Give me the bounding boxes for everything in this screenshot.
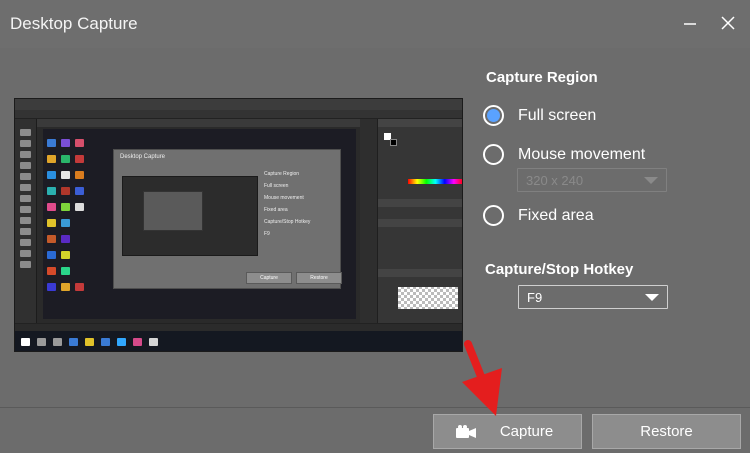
mini-hotkey-label: Capture/Stop Hotkey (264, 219, 311, 225)
video-camera-icon (456, 425, 476, 438)
mini-option-full-screen: Full screen (264, 183, 289, 189)
capture-region-label: Capture Region (486, 69, 598, 86)
mouse-area-size-value: 320 x 240 (526, 172, 584, 188)
preview-toolbar (15, 119, 37, 324)
hotkey-select[interactable]: F9 (518, 285, 668, 309)
mini-capture-region-label: Capture Region (264, 171, 300, 177)
preview-taskbar (15, 331, 462, 351)
restore-button-label: Restore (640, 423, 693, 440)
fixed-area-label: Fixed area (518, 206, 594, 224)
radio-fixed-area[interactable]: Fixed area (483, 205, 594, 226)
full-screen-label: Full screen (518, 106, 597, 124)
capture-button[interactable]: Capture (433, 414, 582, 449)
preview-mini-dialog: Desktop Capture Capture Region Full scre… (113, 149, 342, 289)
preview-doc-tabs (37, 119, 377, 127)
mini-dialog-preview (122, 176, 258, 256)
preview-desktop-icons (45, 133, 105, 313)
bottom-divider (0, 407, 750, 408)
preview-status-bar (15, 323, 462, 331)
title-bar: Desktop Capture (0, 0, 750, 48)
preview-panels (377, 119, 462, 331)
window-title: Desktop Capture (10, 14, 138, 33)
capture-button-label: Capture (499, 423, 554, 440)
mini-dialog-title: Desktop Capture (120, 154, 166, 160)
minimize-icon (684, 23, 696, 25)
mini-option-mouse-movement: Mouse movement (264, 195, 304, 201)
restore-button[interactable]: Restore (592, 414, 741, 449)
chevron-down-icon (644, 177, 658, 184)
radio-button-checked[interactable] (483, 105, 504, 126)
mini-nested-preview (143, 191, 203, 231)
radio-button[interactable] (483, 205, 504, 226)
radio-full-screen[interactable]: Full screen (483, 105, 596, 126)
radio-button[interactable] (483, 144, 504, 165)
close-icon (721, 16, 735, 30)
hotkey-label: Capture/Stop Hotkey (485, 261, 634, 278)
preview-options-bar (15, 110, 462, 119)
minimize-button[interactable] (676, 10, 704, 36)
mini-dialog-options: Capture Region Full screen Mouse movemen… (264, 168, 310, 240)
radio-mouse-movement[interactable]: Mouse movement (483, 144, 645, 165)
capture-preview: Desktop Capture Capture Region Full scre… (14, 98, 463, 352)
preview-menubar (15, 99, 462, 110)
mouse-movement-label: Mouse movement (518, 145, 646, 163)
chevron-down-icon (645, 294, 659, 301)
close-button[interactable] (714, 10, 742, 36)
preview-panel-icons (360, 119, 377, 331)
hotkey-value: F9 (527, 289, 543, 305)
mini-option-fixed-area: Fixed area (264, 207, 288, 213)
radio-selected-dot (487, 109, 500, 122)
mini-hotkey-value: F9 (264, 231, 270, 237)
mouse-area-size-select[interactable]: 320 x 240 (517, 168, 667, 192)
mini-restore-button: Restore (296, 272, 342, 284)
mini-capture-button: Capture (246, 272, 292, 284)
